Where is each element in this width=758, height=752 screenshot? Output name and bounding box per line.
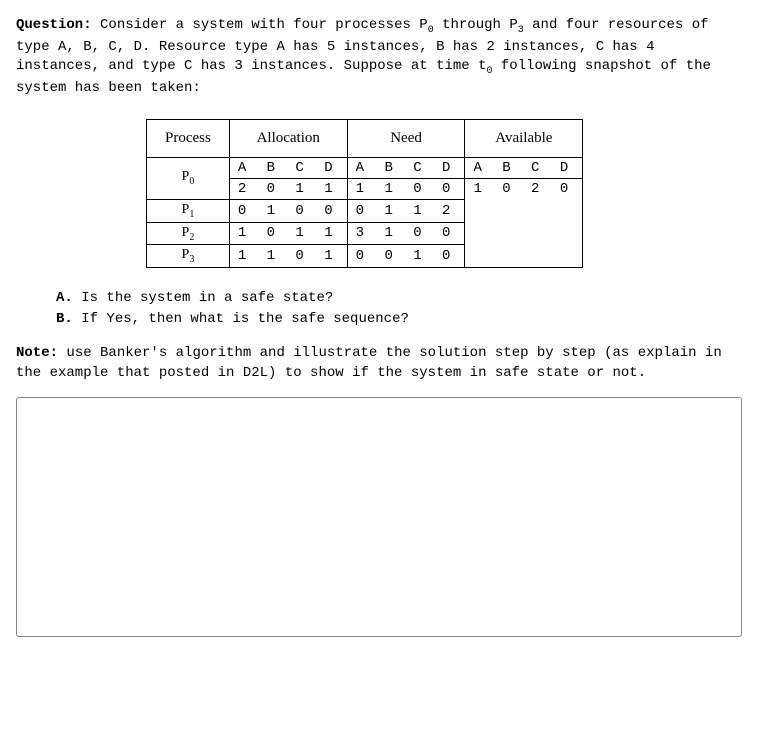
question-body-1b: through P <box>434 17 518 33</box>
avail-row-0: 1 0 2 0 <box>465 178 583 267</box>
need-row-1: 0 1 1 2 <box>347 199 465 222</box>
alloc-row-3: 1 1 0 1 <box>229 245 347 268</box>
question-body-1: Consider a system with four processes P <box>92 17 428 33</box>
alloc-row-2: 1 0 1 1 <box>229 222 347 245</box>
question-body-1c: and four resources <box>524 17 684 33</box>
sub-question-a: A. Is the system in a safe state? <box>56 288 742 309</box>
process-sub-0: 0 <box>189 176 194 187</box>
need-row-2: 3 1 0 0 <box>347 222 465 245</box>
col-labels-need: A B C D <box>347 157 465 178</box>
question-paragraph: Question: Consider a system with four pr… <box>16 16 742 99</box>
process-cell: P1 <box>147 199 230 222</box>
header-need: Need <box>347 119 465 157</box>
sub-a-text: Is the system in a safe state? <box>73 290 333 306</box>
need-row-0: 1 1 0 0 <box>347 178 465 199</box>
process-cell: P3 <box>147 245 230 268</box>
process-sub-3: 3 <box>189 254 194 265</box>
header-allocation: Allocation <box>229 119 347 157</box>
sub-b-label: B. <box>56 311 73 327</box>
process-cell: P2 <box>147 222 230 245</box>
sub-b-text: If Yes, then what is the safe sequence? <box>73 311 409 327</box>
alloc-row-1: 0 1 0 0 <box>229 199 347 222</box>
sub-questions: A. Is the system in a safe state? B. If … <box>56 288 742 330</box>
sub-question-b: B. If Yes, then what is the safe sequenc… <box>56 309 742 330</box>
question-label: Question: <box>16 17 92 33</box>
note-paragraph: Note: use Banker's algorithm and illustr… <box>16 344 742 383</box>
resource-table: Process Allocation Need Available P0 A B… <box>146 119 583 268</box>
note-label: Note: <box>16 345 58 361</box>
process-sub-1: 1 <box>189 209 194 220</box>
need-row-3: 0 0 1 0 <box>347 245 465 268</box>
col-labels-avail: A B C D <box>465 157 583 178</box>
header-available: Available <box>465 119 583 157</box>
col-labels-alloc: A B C D <box>229 157 347 178</box>
header-process: Process <box>147 119 230 157</box>
process-cell: P0 <box>147 157 230 199</box>
resource-table-container: Process Allocation Need Available P0 A B… <box>146 119 742 268</box>
answer-textarea[interactable] <box>16 397 742 637</box>
sub-a-label: A. <box>56 290 73 306</box>
note-text: use Banker's algorithm and illustrate th… <box>16 345 722 381</box>
process-sub-2: 2 <box>189 231 194 242</box>
alloc-row-0: 2 0 1 1 <box>229 178 347 199</box>
